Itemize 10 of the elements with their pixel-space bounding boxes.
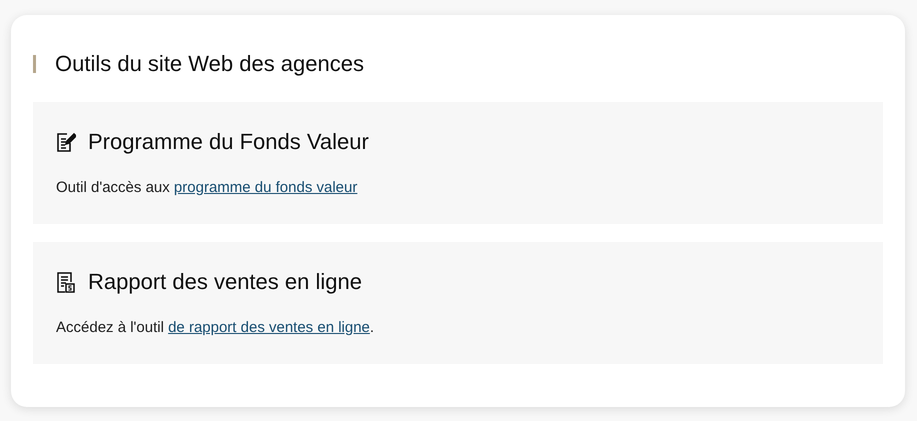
tool-title: Programme du Fonds Valeur (88, 128, 369, 156)
document-dollar-icon (56, 270, 76, 294)
tool-description: Accédez à l'outil de rapport des ventes en ligne. (56, 318, 376, 338)
tool-title: Rapport des ventes en ligne (88, 268, 362, 296)
accent-bar (33, 55, 36, 73)
section-title: Outils du site Web des agences (55, 50, 364, 78)
tool-description: Outil d'accès aux programme du fonds valeur (56, 178, 358, 198)
tool-link[interactable]: de rapport des ventes en ligne (168, 319, 370, 336)
tool-link[interactable]: programme du fonds valeur (174, 179, 358, 196)
document-pencil-icon (56, 131, 76, 153)
